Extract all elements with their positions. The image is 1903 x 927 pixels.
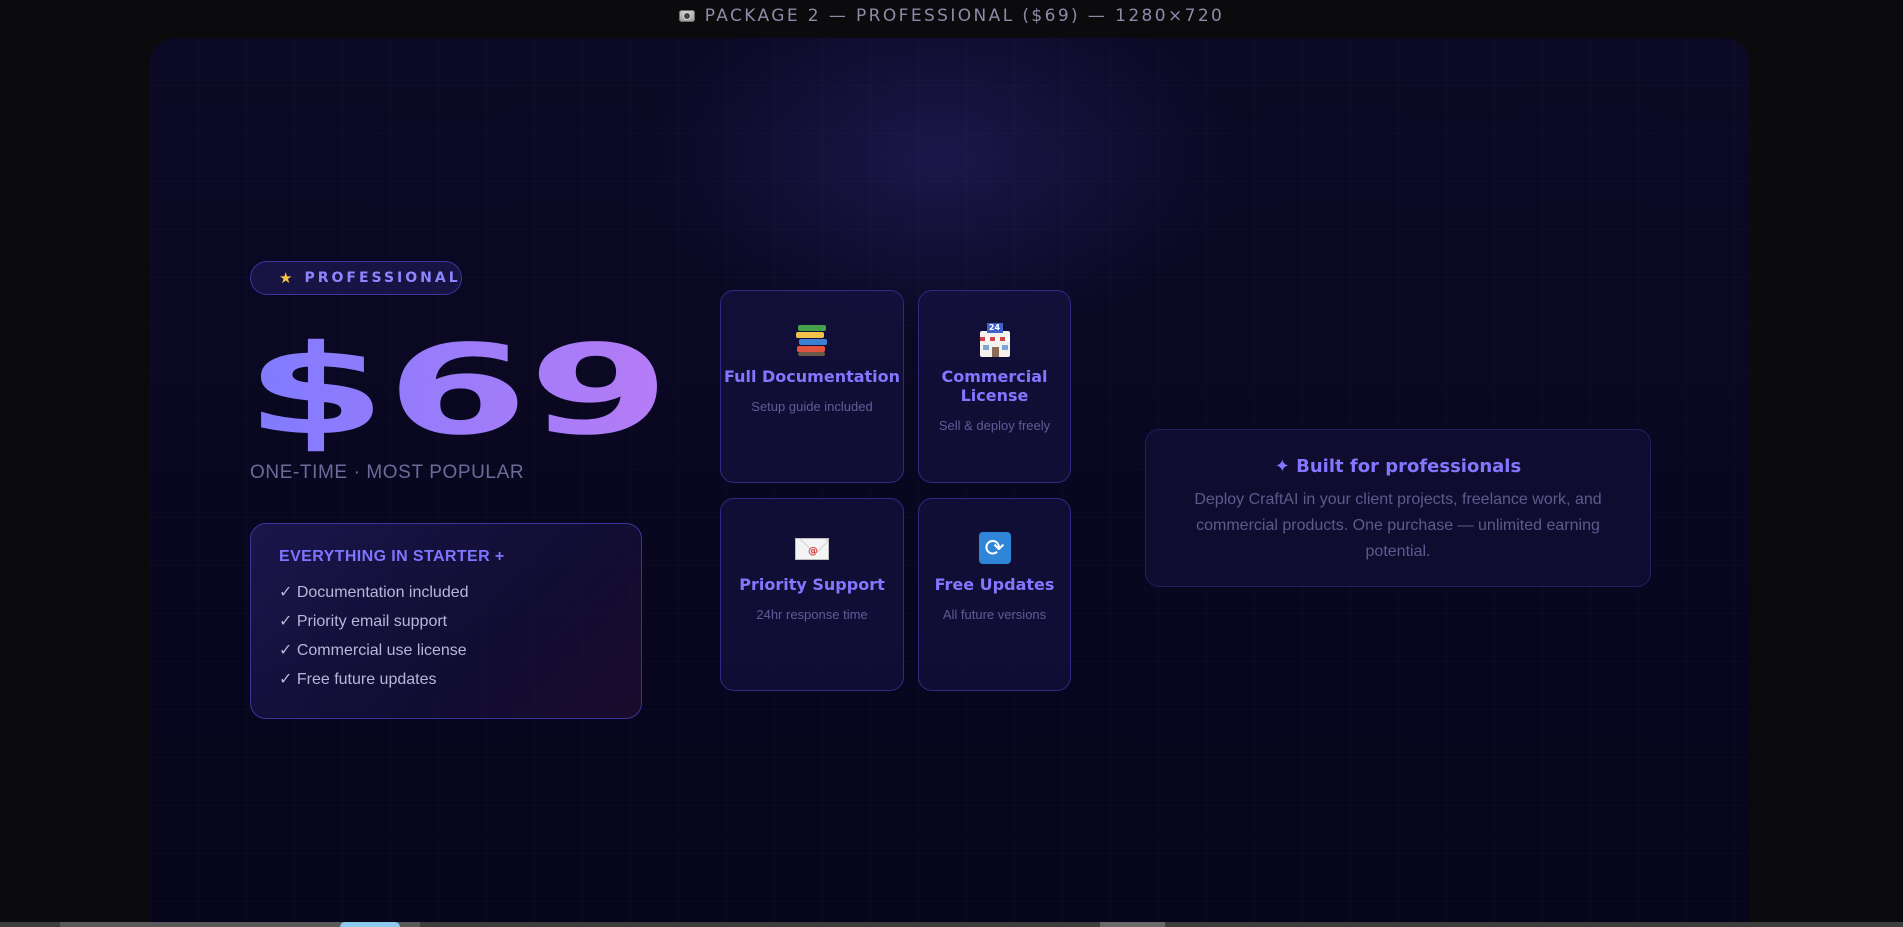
- feature-title: Commercial License: [941, 367, 1048, 405]
- feature-card-updates: ⟳ Free Updates All future versions: [918, 498, 1071, 691]
- envelope-icon: @: [795, 531, 829, 565]
- price-text: $69: [245, 319, 670, 463]
- feature-card-license: 24 Commercial License Sell & deploy free…: [918, 290, 1071, 483]
- star-icon: ★: [279, 269, 293, 287]
- list-item: ✓ Commercial use license: [279, 642, 467, 659]
- plan-badge: ★ PROFESSIONAL: [250, 261, 462, 295]
- feature-card-support: @ Priority Support 24hr response time: [720, 498, 904, 691]
- price-display: $69: [245, 319, 670, 463]
- starter-list: ✓ Documentation included ✓ Priority emai…: [279, 578, 613, 694]
- refresh-icon: ⟳: [978, 531, 1012, 565]
- screenshot-header: PACKAGE 2 — PROFESSIONAL ($69) — 1280×72…: [0, 0, 1903, 32]
- feature-card-documentation: Full Documentation Setup guide included: [720, 290, 904, 483]
- plan-subtitle: ONE-TIME · MOST POPULAR: [250, 462, 525, 483]
- store-24-icon: 24: [978, 323, 1012, 357]
- feature-desc: Setup guide included: [751, 399, 873, 414]
- horizontal-scrollbar[interactable]: [0, 922, 1903, 927]
- feature-title: Full Documentation: [723, 367, 901, 386]
- scrollbar-thumb[interactable]: [340, 922, 400, 927]
- feature-desc: All future versions: [942, 607, 1047, 622]
- list-item: ✓ Documentation included: [279, 584, 469, 601]
- list-item: ✓ Free future updates: [279, 671, 437, 688]
- scrollbar-segment: [1100, 922, 1165, 927]
- feature-desc: Sell & deploy freely: [938, 418, 1051, 433]
- screenshot-title: PACKAGE 2 — PROFESSIONAL ($69) — 1280×72…: [704, 6, 1225, 26]
- feature-desc: 24hr response time: [756, 607, 868, 622]
- camera-icon: [678, 10, 695, 22]
- feature-title: Free Updates: [934, 575, 1055, 594]
- pricing-slide: ★ PROFESSIONAL $69 ONE-TIME · MOST POPUL…: [150, 38, 1750, 927]
- callout-title: ✦ Built for professionals: [1274, 456, 1522, 477]
- feature-title: Priority Support: [739, 575, 885, 594]
- starter-includes-card: EVERYTHING IN STARTER + ✓ Documentation …: [250, 523, 642, 719]
- starter-heading: EVERYTHING IN STARTER +: [279, 548, 505, 565]
- callout-body: Deploy CraftAI in your client projects, …: [1194, 491, 1602, 560]
- books-icon: [795, 323, 829, 357]
- list-item: ✓ Priority email support: [279, 613, 448, 630]
- professionals-callout: ✦ Built for professionals Deploy CraftAI…: [1145, 429, 1651, 587]
- screen: PACKAGE 2 — PROFESSIONAL ($69) — 1280×72…: [0, 0, 1903, 927]
- plan-badge-label: PROFESSIONAL: [304, 270, 461, 286]
